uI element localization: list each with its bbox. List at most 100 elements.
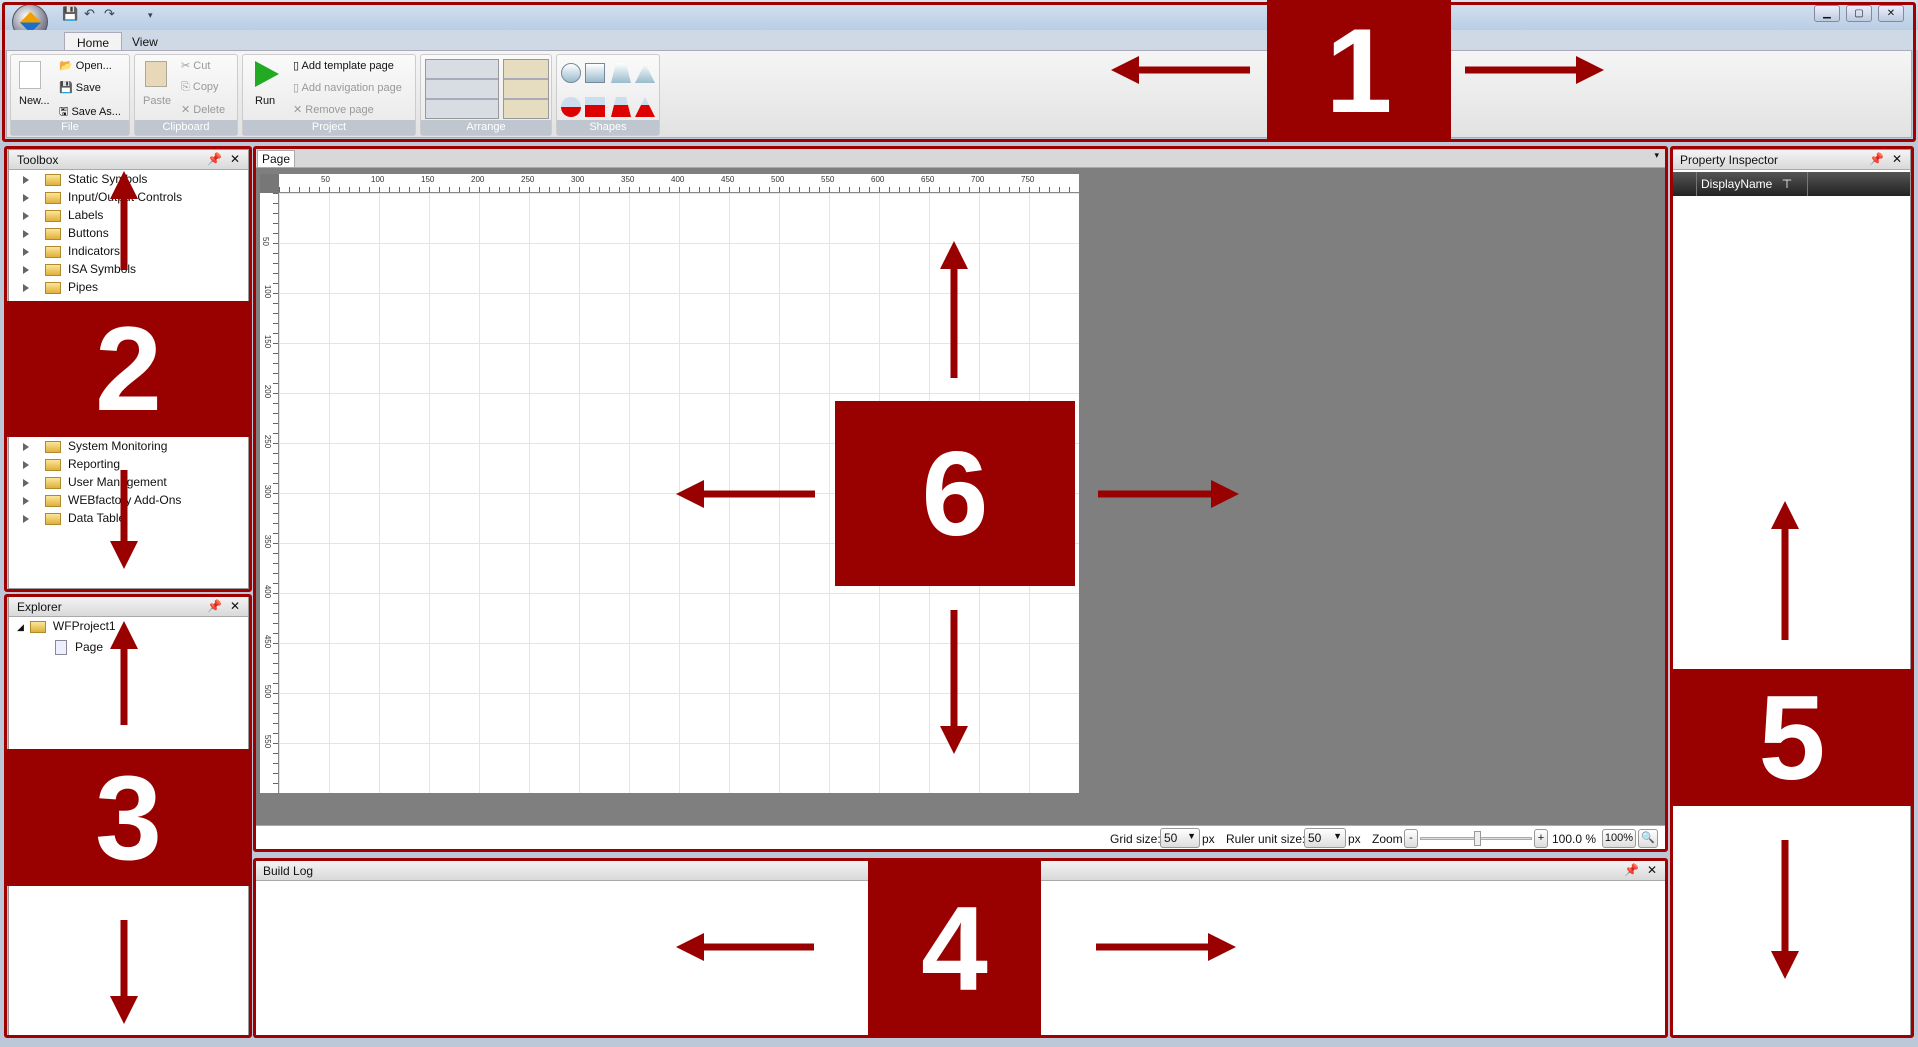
project-node[interactable]: ◢ WFProject1: [17, 619, 116, 633]
build-log-title: Build Log: [263, 864, 314, 878]
add-template-label: Add template page: [301, 60, 394, 72]
chevron-down-icon: ▼: [1333, 831, 1342, 841]
grid-size-label: Grid size:: [1110, 832, 1161, 846]
add-navigation-page-button[interactable]: ▯ Add navigation page: [293, 81, 402, 94]
ruler-tick-label: 150: [421, 175, 435, 184]
ruler-unit-select[interactable]: 50 ▼: [1304, 828, 1346, 848]
property-inspector-header: Property Inspector 📌 ✕: [1672, 150, 1910, 170]
rectangle-tank-shape-button[interactable]: [585, 97, 605, 117]
run-button[interactable]: Run: [255, 95, 275, 107]
toolbox-category[interactable]: Labels: [23, 208, 103, 222]
ruler-tick-label: 350: [263, 534, 273, 549]
page-icon: ▯: [293, 82, 300, 94]
expanded-triangle-icon: ◢: [17, 622, 24, 632]
trapezoid-shape-button[interactable]: [611, 63, 631, 83]
category-label: Labels: [68, 208, 104, 222]
ruler-tick-label: 100: [263, 284, 273, 299]
minimize-button[interactable]: ▁: [1814, 5, 1840, 22]
ruler-tick-label: 200: [471, 175, 485, 184]
category-label: System Monitoring: [68, 439, 168, 453]
category-label: Reporting: [68, 457, 121, 471]
toolbox-category[interactable]: WEBfactory Add-Ons: [23, 493, 181, 507]
pin-icon[interactable]: 📌: [207, 599, 222, 613]
zoom-reset-button[interactable]: 100%: [1602, 829, 1636, 848]
zoom-fit-icon[interactable]: 🔍: [1638, 829, 1658, 848]
ellipse-tank-shape-button[interactable]: [561, 97, 581, 117]
page-node[interactable]: Page: [55, 640, 103, 656]
pin-icon[interactable]: 📌: [207, 152, 222, 166]
toolbox-category[interactable]: ISA Symbols: [23, 262, 136, 276]
project-label: WFProject1: [52, 619, 116, 633]
ruler-tick-label: 600: [871, 175, 885, 184]
open-button[interactable]: 📂 Open...: [59, 59, 112, 72]
ruler-tick-label: 100: [371, 175, 385, 184]
ruler-tick-label: 200: [263, 384, 273, 399]
triangle-tank-shape-button[interactable]: [635, 97, 655, 117]
filter-icon[interactable]: ⊤: [1782, 177, 1792, 191]
remove-page-button[interactable]: ✕ Remove page: [293, 103, 374, 116]
save-icon[interactable]: 💾: [62, 6, 78, 22]
pin-icon[interactable]: 📌: [1869, 152, 1884, 166]
close-icon[interactable]: ✕: [1892, 152, 1902, 166]
expand-triangle-icon: [23, 265, 29, 274]
toolbox-category[interactable]: User Management: [23, 475, 167, 489]
copy-button[interactable]: ⎘ Copy: [181, 81, 219, 94]
toolbox-category[interactable]: Input/Output Controls: [23, 190, 182, 204]
toolbox-category[interactable]: Pipes: [23, 280, 98, 294]
folder-icon: [45, 173, 61, 186]
toolbox-category[interactable]: Data Table: [23, 511, 125, 525]
undo-icon[interactable]: ↶: [84, 6, 95, 22]
shapes-group: Shapes: [556, 54, 660, 136]
pin-icon[interactable]: 📌: [1624, 863, 1639, 877]
tab-view[interactable]: View: [120, 32, 170, 51]
folder-icon: [45, 440, 61, 453]
toolbox-category[interactable]: Indicators: [23, 244, 120, 258]
zoom-slider-thumb[interactable]: [1473, 831, 1481, 846]
customize-dropdown-icon[interactable]: ▾: [148, 10, 153, 21]
add-template-page-button[interactable]: ▯ Add template page: [293, 59, 394, 72]
ruler-tick-label: 450: [263, 634, 273, 649]
tab-dropdown-icon[interactable]: ▾: [1654, 150, 1659, 161]
trapezoid-tank-shape-button[interactable]: [611, 97, 631, 117]
tab-page[interactable]: Page: [257, 150, 296, 168]
save-button[interactable]: 💾 Save: [59, 81, 101, 94]
copy-icon: ⎘: [181, 81, 190, 93]
canvas-status-bar: Grid size: 50 ▼ px Ruler unit size: 50 ▼ p…: [254, 825, 1666, 850]
order-buttons[interactable]: [503, 59, 549, 119]
rectangle-shape-button[interactable]: [585, 63, 605, 83]
close-icon[interactable]: ✕: [1647, 863, 1657, 877]
close-window-button[interactable]: ✕: [1878, 5, 1904, 22]
paste-button[interactable]: Paste: [143, 95, 171, 107]
zoom-in-button[interactable]: +: [1534, 829, 1548, 848]
expand-triangle-icon: [23, 175, 29, 184]
close-icon[interactable]: ✕: [230, 152, 240, 166]
close-icon[interactable]: ✕: [230, 599, 240, 613]
cut-button[interactable]: ✂ Cut: [181, 59, 210, 72]
vertical-ruler: 50 100 150 200 250 300 350 400 450 500 550: [260, 193, 279, 793]
toolbox-category[interactable]: Buttons: [23, 226, 109, 240]
explorer-header: Explorer 📌 ✕: [9, 597, 248, 617]
new-button[interactable]: New...: [19, 95, 50, 107]
redo-icon[interactable]: ↷: [104, 6, 115, 22]
delete-x-icon: ✕: [181, 104, 191, 116]
maximize-button[interactable]: ▢: [1846, 5, 1872, 22]
ruler-tick-label: 50: [321, 175, 330, 184]
zoom-slider[interactable]: [1420, 831, 1532, 846]
zoom-out-button[interactable]: -: [1404, 829, 1418, 848]
tab-home[interactable]: Home: [64, 32, 123, 51]
expand-triangle-icon: [23, 496, 29, 505]
grid-size-select[interactable]: 50 ▼: [1160, 828, 1200, 848]
toolbox-category[interactable]: System Monitoring: [23, 439, 167, 453]
triangle-shape-button[interactable]: [635, 63, 655, 83]
ellipse-shape-button[interactable]: [561, 63, 581, 83]
delete-button[interactable]: ✕ Delete: [181, 103, 225, 116]
grid-size-value: 50: [1164, 831, 1178, 845]
toolbox-category[interactable]: Static Symbols: [23, 172, 147, 186]
project-group-label: Project: [243, 120, 415, 135]
callout-5: 5: [1671, 669, 1913, 806]
expand-triangle-icon: [23, 283, 29, 292]
expand-triangle-icon: [23, 478, 29, 487]
align-buttons[interactable]: [425, 59, 499, 119]
toolbox-category[interactable]: Reporting: [23, 457, 120, 471]
displayname-column[interactable]: DisplayName ⊤: [1696, 172, 1808, 196]
